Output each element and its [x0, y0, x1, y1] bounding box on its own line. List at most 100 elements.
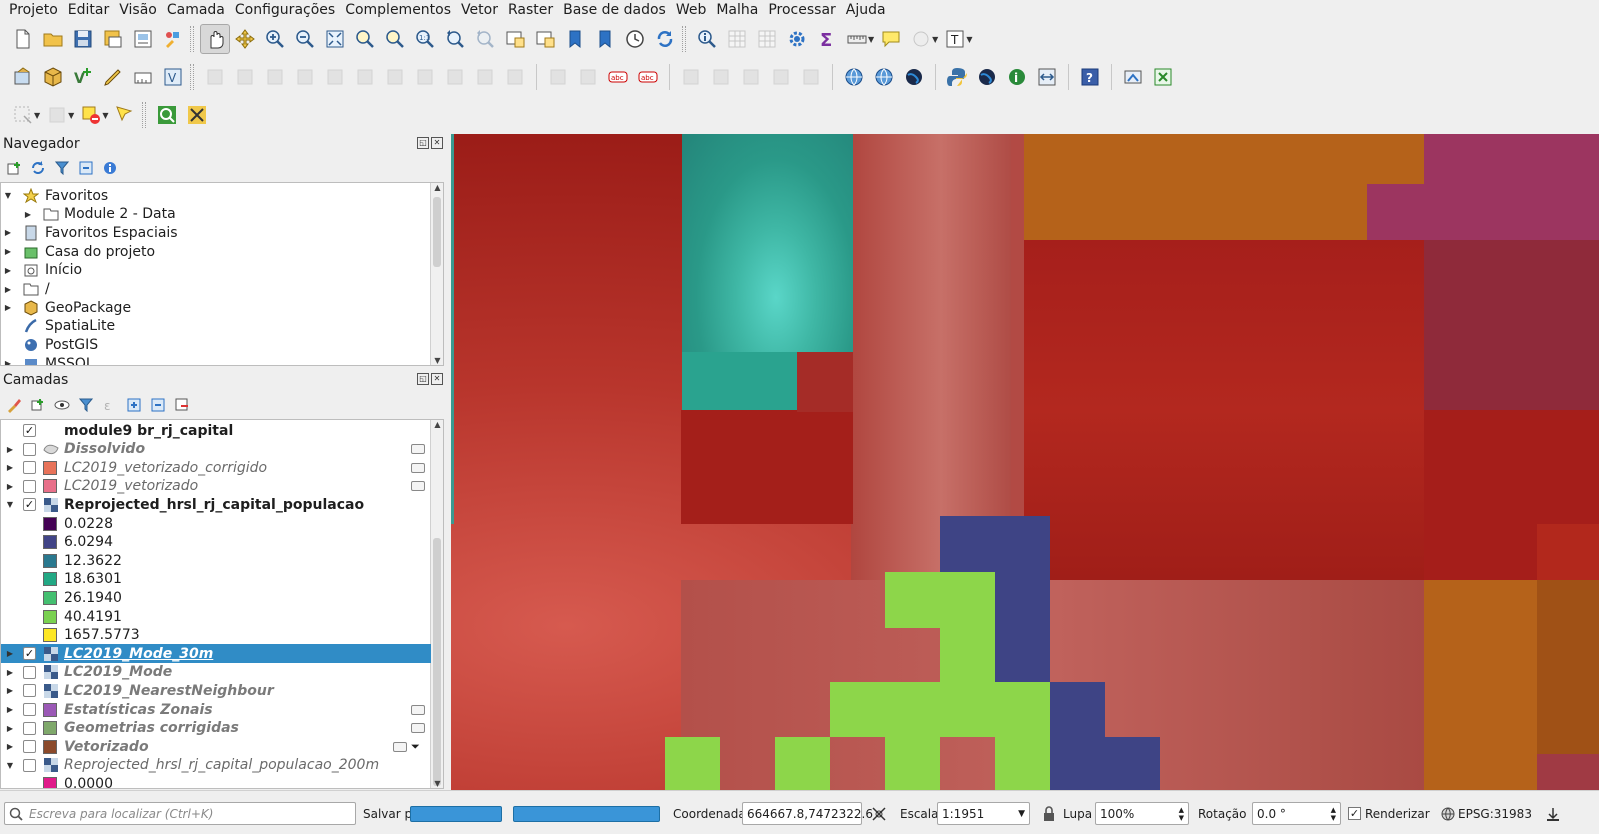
menu-vetor[interactable]: Vetor — [456, 0, 503, 20]
layer-item[interactable]: ▶ Geometrias corrigidas — [1, 719, 431, 738]
browser-item[interactable]: ▶ Favoritos Espaciais — [1, 223, 431, 242]
browser-item[interactable]: ▶ Module 2 - Data — [1, 205, 431, 224]
toggle-editing-icon[interactable] — [230, 62, 260, 92]
browser-item[interactable]: PostGIS — [1, 336, 431, 355]
redo-icon[interactable] — [500, 62, 530, 92]
layer-visibility-checkbox[interactable] — [23, 479, 36, 493]
remove-layer-icon[interactable] — [174, 397, 190, 413]
browser-item[interactable]: ▶ / — [1, 280, 431, 299]
pan-map-icon[interactable] — [200, 24, 230, 54]
convert-icon[interactable] — [1148, 62, 1178, 92]
filter-expression-icon[interactable]: ε — [102, 397, 118, 413]
zoom-last-icon[interactable] — [440, 24, 470, 54]
expand-arrow-icon[interactable]: ▼ — [3, 191, 13, 200]
menu-processar[interactable]: Processar — [763, 0, 840, 20]
show-bookmarks-icon[interactable] — [590, 24, 620, 54]
menu-raster[interactable]: Raster — [503, 0, 558, 20]
browser-item[interactable]: ▶ MSSQL — [1, 354, 431, 365]
chevron-down-icon[interactable]: ▼ — [868, 35, 874, 44]
python-console-icon[interactable] — [942, 62, 972, 92]
pan-to-selection-icon[interactable] — [230, 24, 260, 54]
expand-arrow-icon[interactable]: ▶ — [5, 742, 15, 751]
label-move-icon[interactable] — [676, 62, 706, 92]
zoom-native-icon[interactable]: 1:1 — [410, 24, 440, 54]
new-temp-layer-icon[interactable] — [128, 62, 158, 92]
layer-visibility-checkbox[interactable]: ✓ — [23, 424, 36, 437]
data-source-manager-icon[interactable] — [8, 62, 38, 92]
save-project-icon[interactable] — [68, 24, 98, 54]
expand-arrow-icon[interactable]: ▶ — [5, 445, 15, 454]
spinbox-arrows-icon[interactable]: ▲ ▼ — [1179, 806, 1184, 822]
temporal-controller-icon[interactable] — [620, 24, 650, 54]
spinbox-arrows-icon[interactable]: ▲ ▼ — [1331, 806, 1336, 822]
locator-search-input[interactable]: Escreva para localizar (Ctrl+K) — [4, 802, 356, 825]
layer-item[interactable]: ▼ Reprojected_hrsl_rj_capital_populacao_2… — [1, 756, 431, 775]
chevron-down-icon[interactable]: ▼ — [966, 35, 972, 44]
expand-arrow-icon[interactable]: ▶ — [3, 266, 13, 275]
render-toggle[interactable]: ✓ Renderizar — [1348, 802, 1430, 825]
layer-item[interactable]: ▶ Estatísticas Zonais — [1, 700, 431, 719]
toolbar-handle[interactable] — [682, 26, 686, 52]
zoom-to-layer-icon[interactable] — [380, 24, 410, 54]
field-calculator-icon[interactable] — [752, 24, 782, 54]
browser-item[interactable]: ▶ Casa do projeto — [1, 242, 431, 261]
label-change-icon[interactable] — [736, 62, 766, 92]
save-edits-icon[interactable] — [260, 62, 290, 92]
vertex-tool-icon[interactable]: V — [158, 62, 188, 92]
menu-base-de-dados[interactable]: Base de dados — [558, 0, 671, 20]
refresh-icon[interactable] — [650, 24, 680, 54]
new-layout-icon[interactable] — [128, 24, 158, 54]
layer-indicators[interactable]: ⏷ — [393, 741, 425, 752]
zoom-full-icon[interactable] — [320, 24, 350, 54]
expand-arrow-icon[interactable]: ▶ — [23, 210, 33, 219]
close-panel-button[interactable]: ✕ — [431, 137, 443, 149]
map-tips-icon[interactable] — [876, 24, 906, 54]
browser-scrollbar[interactable]: ▲ ▼ — [430, 183, 443, 365]
layer-indicators[interactable] — [411, 481, 425, 492]
add-wfs-icon[interactable] — [869, 62, 899, 92]
label-rotate-icon[interactable] — [706, 62, 736, 92]
add-group-icon[interactable] — [30, 397, 46, 413]
layers-tree[interactable]: ▲ ▼ ✓ module9 br_rj_capital ▶ Dissolvido ▶ LC… — [0, 419, 444, 789]
zoom-to-selection-icon[interactable] — [350, 24, 380, 54]
vertex-editor-icon[interactable] — [320, 62, 350, 92]
label-show-hide-icon[interactable] — [766, 62, 796, 92]
layer-item[interactable]: ▶ Vetorizado ⏷ — [1, 737, 431, 756]
style-manager-icon[interactable] — [158, 24, 188, 54]
label-abc-icon[interactable]: abc — [603, 62, 633, 92]
layer-indicators[interactable] — [411, 723, 425, 734]
toggle-extents-icon[interactable] — [870, 802, 888, 825]
layer-visibility-checkbox[interactable] — [23, 740, 36, 754]
expand-arrow-icon[interactable]: ▶ — [5, 463, 15, 472]
expand-arrow-icon[interactable]: ▼ — [5, 761, 15, 770]
expand-arrow-icon[interactable]: ▶ — [5, 705, 15, 714]
toolbar-handle[interactable] — [190, 64, 194, 90]
identify-features-icon[interactable] — [692, 24, 722, 54]
embedded-layer-icon[interactable] — [411, 704, 425, 715]
add-wcs-icon[interactable] — [899, 62, 929, 92]
layer-indicators[interactable] — [411, 704, 425, 715]
expand-arrow-icon[interactable]: ▶ — [3, 303, 13, 312]
render-checkbox[interactable]: ✓ — [1348, 807, 1361, 820]
select-rectangle-icon[interactable] — [8, 100, 38, 130]
menu-projeto[interactable]: Projeto — [4, 0, 63, 20]
layer-visibility-checkbox[interactable] — [23, 461, 36, 475]
layer-item[interactable]: ▶ LC2019_vetorizado — [1, 477, 431, 496]
expand-arrow-icon[interactable]: ▶ — [5, 724, 15, 733]
select-by-location-icon[interactable] — [110, 100, 140, 130]
menu-complementos[interactable]: Complementos — [340, 0, 456, 20]
embedded-layer-icon[interactable] — [411, 444, 425, 455]
select-by-expression-icon[interactable] — [906, 24, 936, 54]
expand-arrow-icon[interactable]: ▶ — [3, 285, 13, 294]
browser-item[interactable]: ▼ Favoritos — [1, 186, 431, 205]
layer-visibility-checkbox[interactable]: ✓ — [23, 647, 36, 661]
new-map-view-icon[interactable] — [500, 24, 530, 54]
chevron-down-icon[interactable]: ▼ — [102, 111, 108, 120]
filter-icon[interactable] — [54, 160, 70, 176]
open-project-icon[interactable] — [38, 24, 68, 54]
new-vector-layer-icon[interactable]: V — [68, 62, 98, 92]
save-as-icon[interactable] — [98, 24, 128, 54]
delete-selected-icon[interactable] — [350, 62, 380, 92]
locate-icon[interactable] — [152, 100, 182, 130]
add-wms-icon[interactable] — [839, 62, 869, 92]
